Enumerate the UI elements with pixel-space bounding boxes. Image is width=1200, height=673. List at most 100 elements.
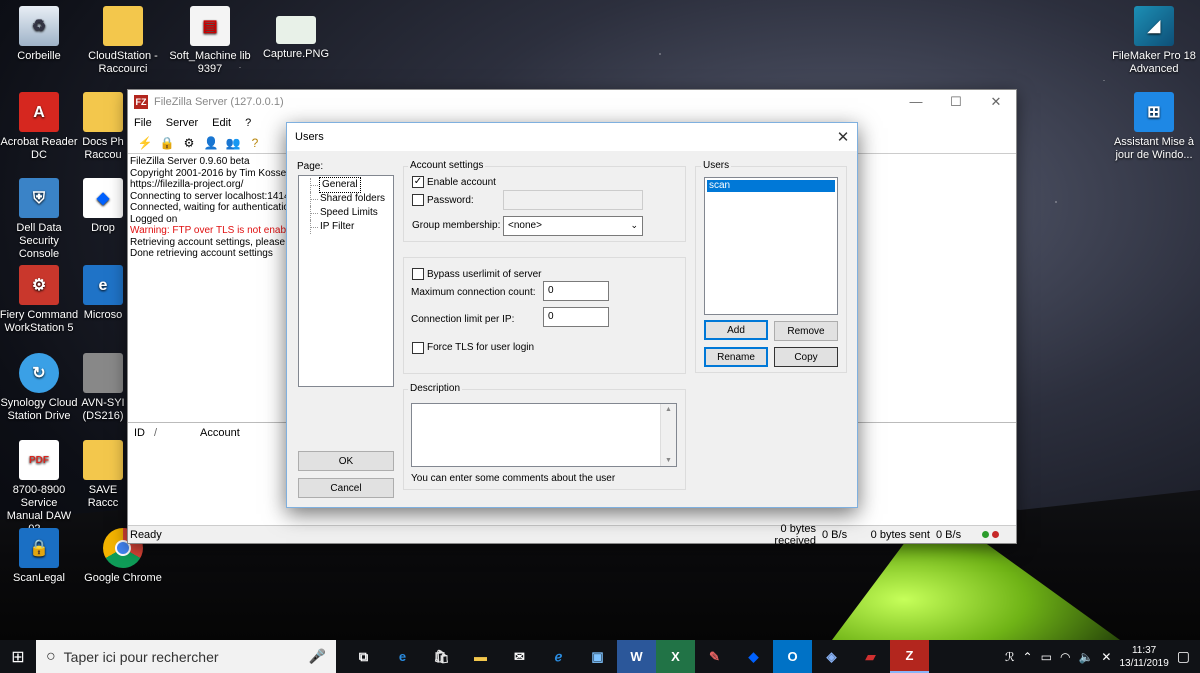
dropbox-icon[interactable]: ◆ <box>734 640 773 673</box>
desktop-icon-dell-security[interactable]: ⛨ Dell Data Security Console <box>0 178 82 261</box>
scroll-down-icon[interactable]: ▼ <box>665 457 672 464</box>
task-view-icon[interactable]: ⧉ <box>344 640 383 673</box>
connect-icon[interactable]: ⚡ <box>136 134 154 152</box>
lock-icon[interactable]: 🔒 <box>158 134 176 152</box>
groups-icon[interactable]: 👥 <box>224 134 242 152</box>
settings-icon[interactable]: ⚙ <box>180 134 198 152</box>
enable-account-label: Enable account <box>427 177 496 188</box>
page-label: Page: <box>297 161 324 172</box>
users-icon[interactable]: 👤 <box>202 134 220 152</box>
menu-server[interactable]: Server <box>166 117 198 129</box>
max-connection-input[interactable]: 0 <box>543 281 609 301</box>
page-ip-filter[interactable]: IP Filter <box>299 220 393 234</box>
start-button[interactable]: ⊞ <box>0 640 36 673</box>
mail-icon[interactable]: ✉ <box>500 640 539 673</box>
remove-user-button[interactable]: Remove <box>774 321 838 341</box>
status-sent-rate: 0 B/s <box>936 528 962 541</box>
add-user-button[interactable]: Add <box>704 320 768 340</box>
store-icon[interactable]: 🛍 <box>422 640 461 673</box>
cancel-button[interactable]: Cancel <box>298 478 394 498</box>
scroll-up-icon[interactable]: ▲ <box>665 406 672 413</box>
outlook-icon[interactable]: O <box>773 640 812 673</box>
desktop-icon-acrobat[interactable]: A Acrobat Reader DC <box>0 92 82 162</box>
connection-limit-input[interactable]: 0 <box>543 307 609 327</box>
clock[interactable]: 11:37 13/11/2019 <box>1119 644 1168 670</box>
desktop-icon-dropbox[interactable]: ◆ Drop <box>80 178 126 235</box>
internet-explorer-icon[interactable]: ℯ <box>539 640 578 673</box>
chevron-down-icon: ⌄ <box>630 220 638 230</box>
column-header-account[interactable]: Account <box>200 427 240 439</box>
keyboard-icon[interactable]: ✕ <box>1101 650 1111 664</box>
status-bytes-sent: 0 bytes sent <box>870 528 930 541</box>
taskbar-search[interactable]: ○ Taper ici pour rechercher 🎤 <box>36 640 336 673</box>
menu-help[interactable]: ? <box>245 117 251 129</box>
desktop-icon-filemaker[interactable]: ◢ FileMaker Pro 18 Advanced <box>1108 6 1200 76</box>
battery-icon[interactable]: ▭ <box>1041 650 1052 664</box>
password-checkbox[interactable] <box>412 194 424 206</box>
force-tls-checkbox[interactable] <box>412 342 424 354</box>
desktop-icon-cloudstation[interactable]: CloudStation - Raccourci <box>80 6 166 76</box>
log-line: FileZilla Server 0.9.60 beta <box>130 156 250 167</box>
ok-button[interactable]: OK <box>298 451 394 471</box>
close-icon[interactable]: ✕ <box>829 128 857 146</box>
page-general[interactable]: General <box>299 177 393 193</box>
desktop-icon-soft-machine[interactable]: ▤ Soft_Machine lib 9397 <box>167 6 253 76</box>
menu-file[interactable]: File <box>134 117 152 129</box>
desktop-icon-service-manual[interactable]: PDF 8700-8900 Service Manual DAW 02... <box>0 440 82 536</box>
close-icon[interactable]: ✕ <box>976 94 1016 110</box>
desktop-icon-recycle-bin[interactable]: ♻ Corbeille <box>0 6 82 63</box>
desktop-icon-windows-update[interactable]: ⊞ Assistant Mise à jour de Windo... <box>1108 92 1200 162</box>
description-textarea[interactable]: ▲ ▼ <box>411 403 677 467</box>
clock-time: 11:37 <box>1131 644 1157 656</box>
menu-edit[interactable]: Edit <box>212 117 231 129</box>
paint-icon[interactable]: ✎ <box>695 640 734 673</box>
help-icon[interactable]: ? <box>246 134 264 152</box>
minimize-icon[interactable]: — <box>896 94 936 110</box>
word-icon[interactable]: W <box>617 640 656 673</box>
users-list: scan <box>704 177 838 315</box>
group-membership-select[interactable]: <none> ⌄ <box>503 216 643 236</box>
maximize-icon[interactable]: ☐ <box>936 94 976 110</box>
log-line: Connecting to server localhost:14147. <box>130 190 289 202</box>
user-item-scan[interactable]: scan <box>707 180 835 192</box>
page-speed-limits[interactable]: Speed Limits <box>299 206 393 220</box>
desktop-icon-label: CloudStation - Raccourci <box>88 50 158 75</box>
users-dialog: Users ✕ Page: General Shared folders Spe… <box>286 122 858 508</box>
desktop-icon-docs[interactable]: Docs Ph Raccou <box>80 92 126 162</box>
edge-icon[interactable]: e <box>383 640 422 673</box>
notification-icon[interactable]: ▢ <box>1177 648 1190 665</box>
rename-user-button[interactable]: Rename <box>704 347 768 367</box>
chevron-up-icon[interactable]: ⌃ <box>1023 650 1033 664</box>
password-field[interactable] <box>503 190 643 210</box>
page-shared-folders[interactable]: Shared folders <box>299 192 393 206</box>
desktop-icon-label: Drop <box>91 222 115 234</box>
excel-icon[interactable]: X <box>656 640 695 673</box>
network-tool-icon[interactable]: ◈ <box>812 640 851 673</box>
bypass-userlimit-checkbox[interactable] <box>412 268 424 280</box>
volume-icon[interactable]: 🔈 <box>1078 650 1093 664</box>
remote-desktop-icon[interactable]: ▣ <box>578 640 617 673</box>
log-line: Done retrieving account settings <box>130 248 273 259</box>
desktop-icon-microsoft-edge[interactable]: e Microso <box>80 265 126 322</box>
nas-drive-icon <box>83 353 123 393</box>
file-explorer-icon[interactable]: ▬ <box>461 640 500 673</box>
desktop-icon-fiery[interactable]: ⚙ Fiery Command WorkStation 5 <box>0 265 82 335</box>
wifi-icon[interactable]: ◠ <box>1060 650 1070 664</box>
printer-tool-icon[interactable]: ▰ <box>851 640 890 673</box>
desktop-icon-scanlegal[interactable]: 🔒 ScanLegal <box>0 528 82 585</box>
copy-user-button[interactable]: Copy <box>774 347 838 367</box>
fiery-icon: ⚙ <box>19 265 59 305</box>
green-led-icon <box>982 531 989 538</box>
description-scrollbar[interactable]: ▲ ▼ <box>660 404 676 466</box>
microphone-icon[interactable]: 🎤 <box>309 648 326 665</box>
desktop-icon-capture[interactable]: Capture.PNG <box>253 6 339 61</box>
desktop-icon-avn[interactable]: AVN-SYI (DS216) <box>80 353 126 423</box>
desktop-icon-synology[interactable]: ↻ Synology Cloud Station Drive <box>0 353 82 423</box>
taskbar-apps: ⧉ e 🛍 ▬ ✉ ℯ ▣ W X ✎ ◆ O ◈ ▰ Z <box>344 640 929 673</box>
filezilla-taskbar-icon[interactable]: Z <box>890 640 929 673</box>
column-header-id[interactable]: ID <box>134 427 154 439</box>
windows-icon: ⊞ <box>1134 92 1174 132</box>
desktop-icon-save[interactable]: SAVE Raccc <box>80 440 126 510</box>
people-icon[interactable]: ℛ <box>1005 650 1015 664</box>
enable-account-checkbox[interactable]: ✓ <box>412 176 424 188</box>
